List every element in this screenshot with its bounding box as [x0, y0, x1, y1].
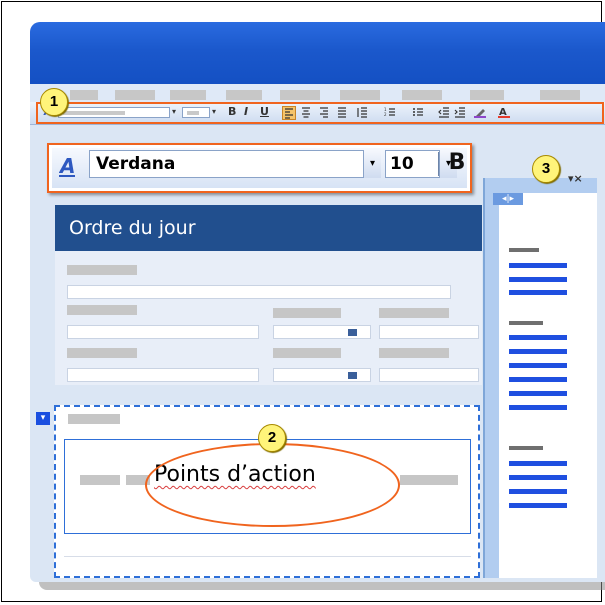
task-pane	[483, 178, 597, 578]
field-label	[67, 265, 137, 275]
chevron-down-icon[interactable]: ▾	[363, 150, 381, 178]
text-field[interactable]	[67, 368, 259, 382]
pane-link[interactable]	[509, 405, 567, 410]
task-pane-content	[499, 193, 597, 578]
section-divider	[64, 556, 471, 557]
menu-item[interactable]	[226, 90, 262, 100]
menu-item[interactable]	[340, 90, 380, 100]
placeholder-bar	[400, 475, 458, 485]
text-field[interactable]	[379, 368, 479, 382]
pane-link[interactable]	[509, 263, 567, 268]
calendar-icon[interactable]	[348, 329, 357, 336]
callout-3: 3	[532, 155, 560, 183]
pane-link[interactable]	[509, 391, 567, 396]
field-label	[273, 348, 341, 358]
bold-button[interactable]: B	[442, 147, 472, 179]
pane-link[interactable]	[509, 363, 567, 368]
text-field[interactable]	[379, 325, 479, 339]
pane-heading	[509, 321, 543, 325]
pane-link[interactable]	[509, 277, 567, 282]
field-label	[379, 348, 449, 358]
field-label	[67, 305, 137, 315]
font-name-field[interactable]: Verdana	[89, 150, 381, 178]
pane-nav-arrows[interactable]: ◂|▸	[493, 193, 523, 205]
pane-link[interactable]	[509, 349, 567, 354]
menu-item[interactable]	[170, 90, 206, 100]
form-title: Ordre du jour	[55, 205, 482, 251]
styles-icon[interactable]: A	[59, 154, 81, 178]
field-label	[273, 308, 341, 318]
menu-item[interactable]	[402, 90, 442, 100]
pane-heading	[509, 248, 539, 252]
pane-link[interactable]	[509, 377, 567, 382]
menu-item[interactable]	[280, 90, 320, 100]
text-field[interactable]	[67, 325, 259, 339]
menu-item[interactable]	[70, 90, 98, 100]
pane-close-icon[interactable]: ▾×	[568, 172, 583, 185]
menu-item[interactable]	[115, 90, 155, 100]
callout-2: 2	[258, 424, 286, 452]
pane-link[interactable]	[509, 290, 567, 295]
menu-item[interactable]	[470, 90, 504, 100]
menu-item[interactable]	[540, 90, 580, 100]
pane-link[interactable]	[509, 335, 567, 340]
toolbar-separator	[438, 152, 439, 176]
pane-link[interactable]	[509, 503, 567, 508]
text-field[interactable]	[67, 285, 451, 299]
pane-link[interactable]	[509, 475, 567, 480]
pane-link[interactable]	[509, 489, 567, 494]
pane-link[interactable]	[509, 461, 567, 466]
highlight-ellipse	[145, 443, 400, 527]
section-menu-icon[interactable]: ▾	[36, 412, 50, 425]
pane-heading	[509, 446, 543, 450]
zoomed-toolbar: A Verdana ▾ 10 ▾	[47, 143, 472, 193]
toolbar-highlight	[36, 102, 604, 124]
title-bar	[30, 22, 605, 84]
callout-1: 1	[40, 88, 68, 116]
calendar-icon[interactable]	[348, 372, 357, 379]
svg-text:A: A	[59, 154, 75, 178]
section-label	[68, 414, 120, 424]
menu-bar	[30, 84, 605, 102]
placeholder-bar	[80, 475, 120, 485]
field-label	[379, 308, 449, 318]
field-label	[67, 348, 137, 358]
